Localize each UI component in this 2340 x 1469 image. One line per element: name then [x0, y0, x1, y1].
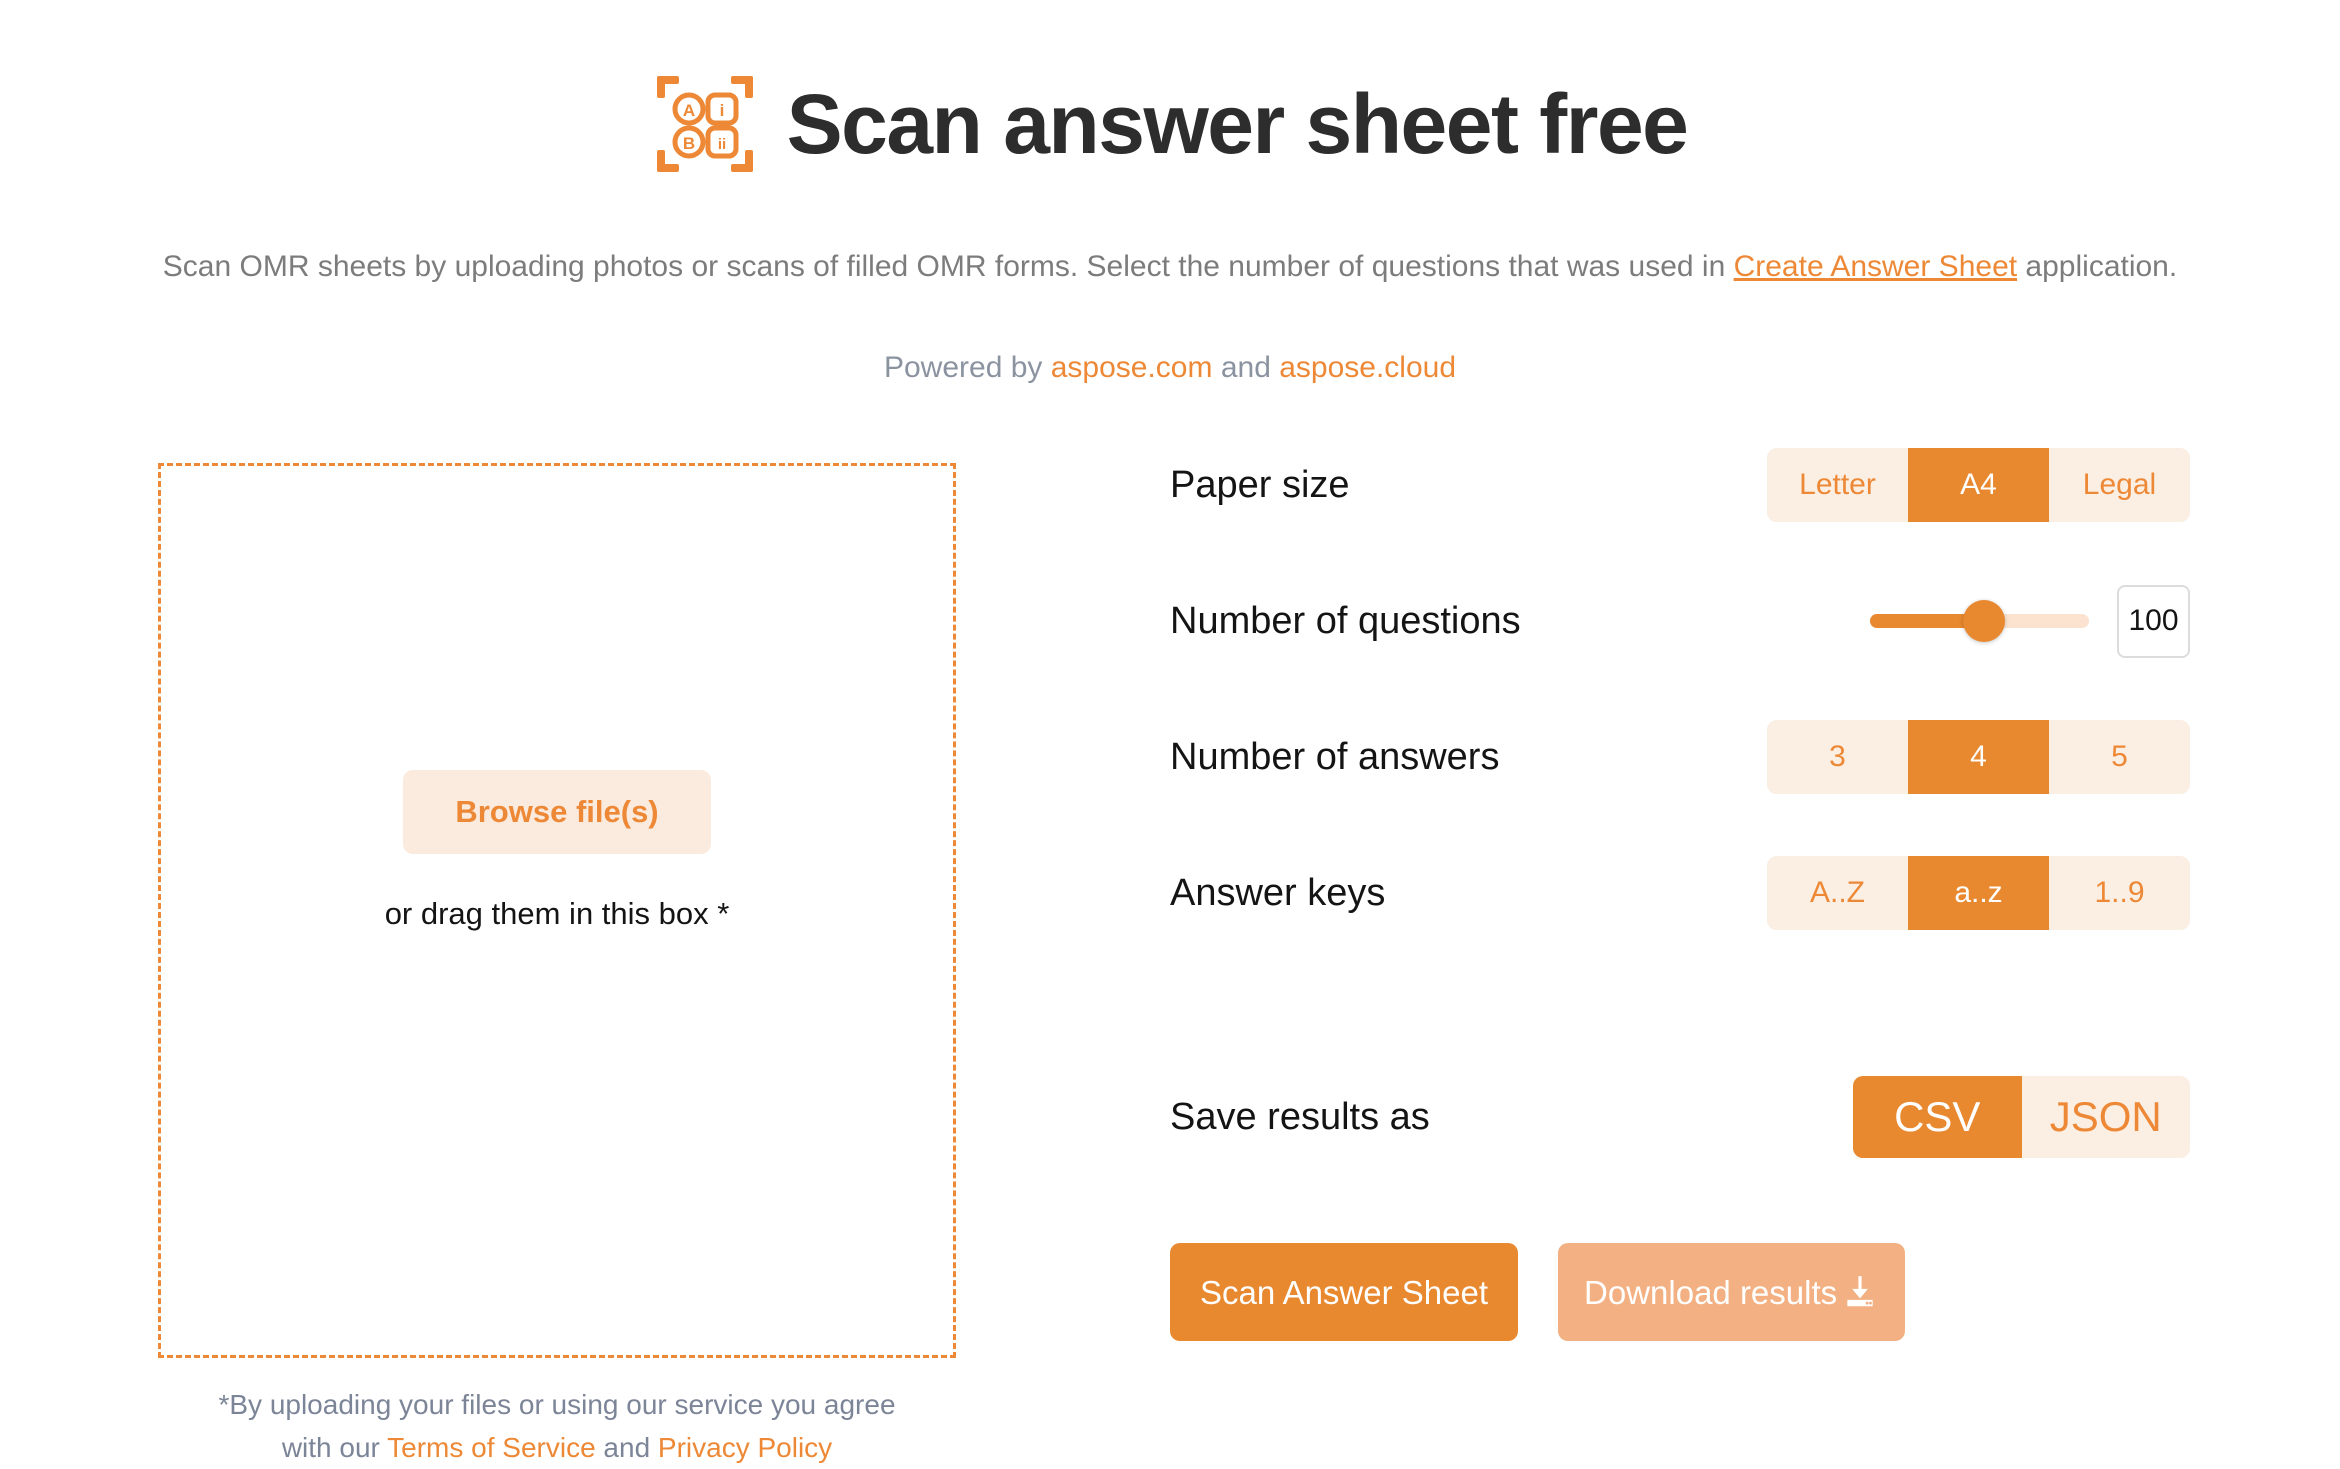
answer-keys-option-numeric[interactable]: 1..9 — [2049, 856, 2190, 931]
svg-text:i: i — [719, 101, 724, 120]
setting-row-answer-keys: Answer keys A..Z a..z 1..9 — [1170, 825, 2190, 961]
download-results-label: Download results — [1584, 1273, 1838, 1311]
save-results-as-label: Save results as — [1170, 1095, 1430, 1138]
legal-prefix: with our — [281, 1431, 388, 1463]
file-dropzone[interactable]: Browse file(s) or drag them in this box … — [158, 463, 956, 1359]
create-answer-sheet-link[interactable]: Create Answer Sheet — [1734, 250, 2018, 283]
number-of-questions-label: Number of questions — [1170, 599, 1521, 642]
drag-instruction-text: or drag them in this box * — [384, 895, 730, 931]
setting-row-number-of-questions: Number of questions 100 — [1170, 553, 2190, 689]
setting-row-paper-size: Paper size Letter A4 Legal — [1170, 417, 2190, 553]
save-results-option-csv[interactable]: CSV — [1853, 1076, 2022, 1159]
questions-slider-wrap: 100 — [1870, 584, 2190, 658]
action-buttons: Scan Answer Sheet Download results — [1170, 1243, 2190, 1342]
omr-scan-icon: A B i ii — [653, 72, 757, 176]
save-results-as-segmented-group: CSV JSON — [1853, 1076, 2190, 1159]
scan-answer-sheet-button[interactable]: Scan Answer Sheet — [1170, 1243, 1519, 1342]
paper-size-control: Letter A4 Legal — [1767, 448, 2190, 523]
legal-middle: and — [595, 1431, 658, 1463]
answer-keys-control: A..Z a..z 1..9 — [1767, 856, 2190, 931]
legal-disclaimer: *By uploading your files or using our se… — [158, 1384, 956, 1469]
number-of-answers-option-3[interactable]: 3 — [1767, 720, 1908, 795]
setting-row-save-results-as: Save results as CSV JSON — [1170, 1049, 2190, 1185]
answer-keys-label: Answer keys — [1170, 871, 1386, 914]
legal-line-2: with our Terms of Service and Privacy Po… — [158, 1427, 956, 1469]
page-subtitle: Scan OMR sheets by uploading photos or s… — [0, 247, 2340, 288]
privacy-policy-link[interactable]: Privacy Policy — [658, 1432, 832, 1463]
number-of-answers-option-5[interactable]: 5 — [2049, 720, 2190, 795]
legal-line-1: *By uploading your files or using our se… — [218, 1389, 896, 1421]
number-of-questions-slider[interactable] — [1870, 600, 2089, 643]
download-icon — [1841, 1273, 1879, 1311]
save-results-option-json[interactable]: JSON — [2021, 1076, 2190, 1159]
powered-by-middle: and — [1212, 351, 1280, 385]
terms-of-service-link[interactable]: Terms of Service — [387, 1432, 596, 1463]
paper-size-option-legal[interactable]: Legal — [2049, 448, 2190, 523]
answer-keys-option-lowercase[interactable]: a..z — [1908, 856, 2049, 931]
number-of-answers-control: 3 4 5 — [1767, 720, 2190, 795]
subtitle-text-before: Scan OMR sheets by uploading photos or s… — [162, 249, 1734, 283]
settings-column: Paper size Letter A4 Legal Number of que… — [1170, 417, 2190, 1342]
svg-text:B: B — [682, 134, 694, 153]
aspose-com-link[interactable]: aspose.com — [1051, 351, 1213, 384]
main-content: Browse file(s) or drag them in this box … — [0, 448, 2340, 1469]
number-of-answers-option-4[interactable]: 4 — [1908, 720, 2049, 795]
slider-thumb[interactable] — [1962, 600, 2005, 643]
aspose-cloud-link[interactable]: aspose.cloud — [1279, 351, 1456, 384]
paper-size-option-letter[interactable]: Letter — [1767, 448, 1908, 523]
paper-size-label: Paper size — [1170, 463, 1350, 506]
answer-keys-segmented-group: A..Z a..z 1..9 — [1767, 856, 2190, 931]
browse-files-button[interactable]: Browse file(s) — [403, 769, 711, 854]
paper-size-segmented-group: Letter A4 Legal — [1767, 448, 2190, 523]
download-results-button[interactable]: Download results — [1558, 1243, 1906, 1342]
powered-by-line: Powered by aspose.com and aspose.cloud — [0, 351, 2340, 385]
svg-text:ii: ii — [717, 136, 725, 153]
setting-row-number-of-answers: Number of answers 3 4 5 — [1170, 689, 2190, 825]
powered-by-prefix: Powered by — [883, 351, 1051, 385]
svg-text:A: A — [682, 101, 694, 120]
settings-spacer — [1170, 961, 2190, 1049]
number-of-answers-segmented-group: 3 4 5 — [1767, 720, 2190, 795]
answer-keys-option-uppercase[interactable]: A..Z — [1767, 856, 1908, 931]
subtitle-text-after: application. — [2017, 249, 2178, 283]
number-of-answers-label: Number of answers — [1170, 735, 1500, 778]
page-header: A B i ii Scan answer sheet free Scan OMR… — [0, 0, 2340, 385]
paper-size-option-a4[interactable]: A4 — [1908, 448, 2049, 523]
save-results-as-control: CSV JSON — [1853, 1076, 2190, 1159]
number-of-questions-control: 100 — [1870, 584, 2190, 658]
number-of-questions-input[interactable]: 100 — [2117, 584, 2190, 658]
page-title: Scan answer sheet free — [786, 77, 1689, 172]
upload-column: Browse file(s) or drag them in this box … — [158, 463, 958, 1469]
title-row: A B i ii Scan answer sheet free — [0, 26, 2340, 223]
